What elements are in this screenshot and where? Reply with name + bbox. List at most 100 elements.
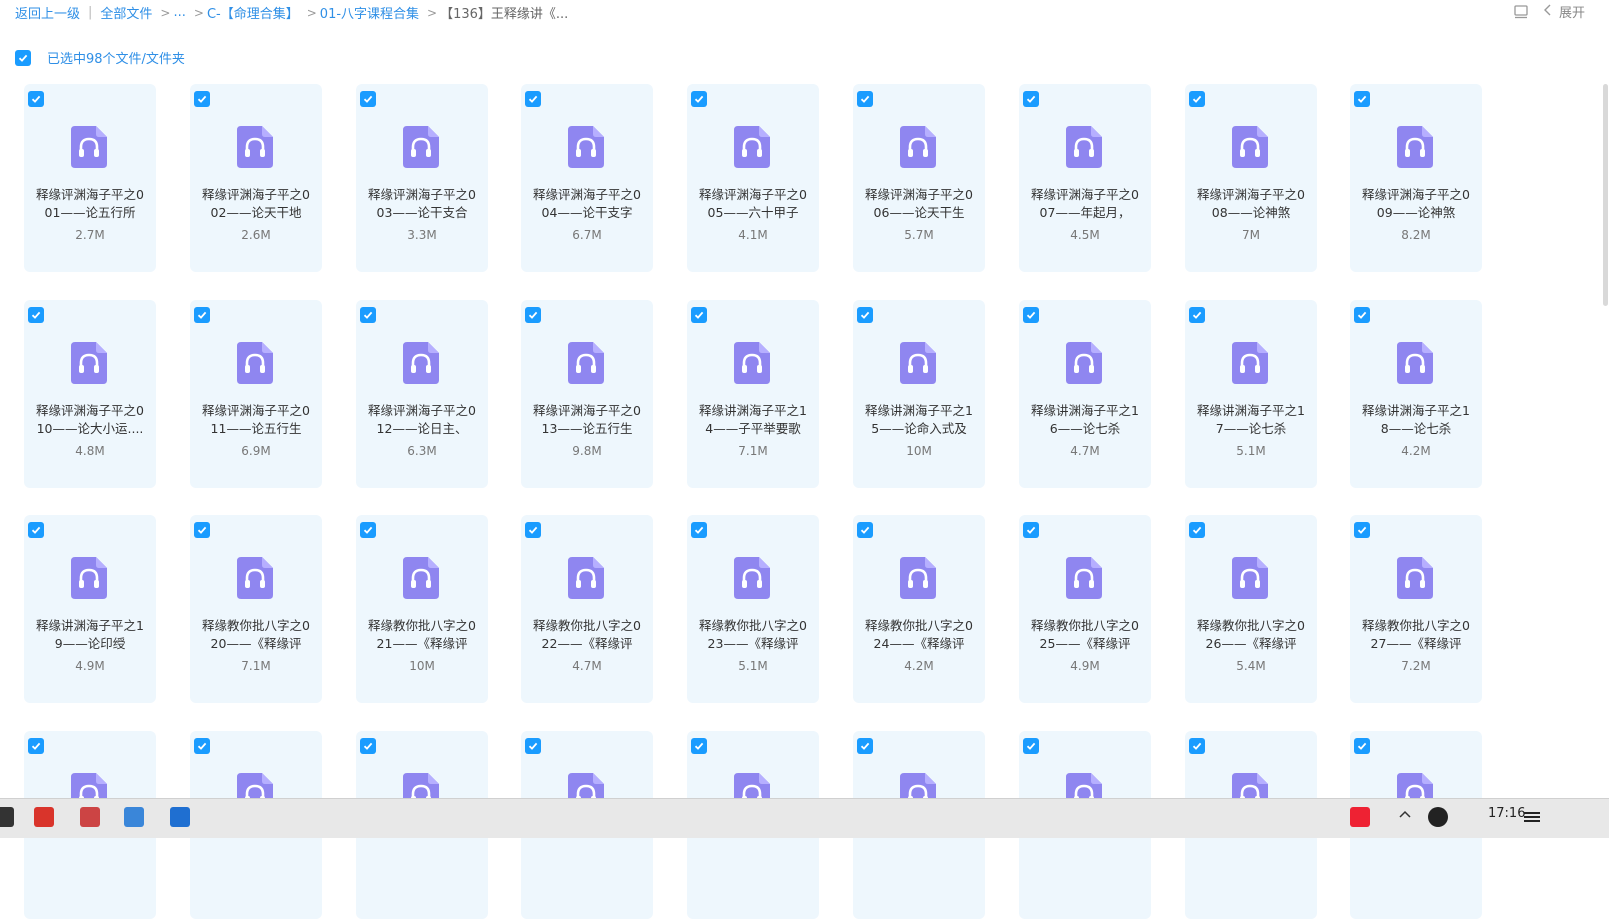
breadcrumb-separator-icon: > [193, 5, 204, 20]
file-name: 释缘教你批八字之0 21——《释缘评 [368, 618, 476, 651]
view-controls: 展开 [1513, 2, 1585, 21]
file-checkbox[interactable] [28, 91, 44, 107]
scrollbar-thumb[interactable] [1603, 84, 1608, 306]
file-checkbox[interactable] [525, 91, 541, 107]
file-checkbox[interactable] [194, 91, 210, 107]
expand-button[interactable]: 展开 [1543, 2, 1585, 21]
file-card[interactable]: 释缘教你批八字之0 21——《释缘评 10M [356, 515, 488, 703]
file-checkbox[interactable] [691, 738, 707, 754]
file-checkbox[interactable] [194, 522, 210, 538]
file-checkbox[interactable] [1354, 522, 1370, 538]
file-card[interactable]: 释缘教你批八字之0 24——《释缘评 4.2M [853, 515, 985, 703]
file-card[interactable]: 释缘教你批八字之0 26——《释缘评 5.4M [1185, 515, 1317, 703]
file-checkbox[interactable] [1189, 91, 1205, 107]
file-card[interactable]: 释缘讲渊海子平之1 5——论命入式及 10M [853, 300, 985, 488]
notification-icon[interactable] [1522, 807, 1542, 827]
file-name: 释缘教你批八字之0 20——《释缘评 [202, 618, 310, 651]
file-card[interactable]: 释缘评渊海子平之0 03——论干支合 3.3M [356, 84, 488, 272]
file-checkbox[interactable] [1189, 738, 1205, 754]
file-name: 释缘评渊海子平之0 07——年起月， [1031, 187, 1139, 220]
file-checkbox[interactable] [360, 738, 376, 754]
file-checkbox[interactable] [525, 738, 541, 754]
file-checkbox[interactable] [1354, 307, 1370, 323]
file-checkbox[interactable] [857, 738, 873, 754]
file-card[interactable]: 释缘评渊海子平之0 07——年起月， 4.5M [1019, 84, 1151, 272]
file-card[interactable]: 释缘讲渊海子平之1 6——论七杀 4.7M [1019, 300, 1151, 488]
qq-icon[interactable] [1428, 807, 1448, 827]
file-checkbox[interactable] [1023, 738, 1039, 754]
file-checkbox[interactable] [360, 91, 376, 107]
file-checkbox[interactable] [1189, 522, 1205, 538]
file-card[interactable]: 释缘教你批八字之0 25——《释缘评 4.9M [1019, 515, 1151, 703]
file-card[interactable]: 释缘评渊海子平之0 10——论大小运.... 4.8M [24, 300, 156, 488]
file-size: 7.1M [241, 659, 271, 673]
file-card[interactable]: 释缘评渊海子平之0 05——六十甲子 4.1M [687, 84, 819, 272]
tray-expand-icon[interactable] [1398, 807, 1412, 827]
file-checkbox[interactable] [360, 307, 376, 323]
file-card[interactable]: 释缘评渊海子平之0 09——论神煞 8.2M [1350, 84, 1482, 272]
file-size: 4.7M [572, 659, 602, 673]
taskbar-clock: 17:16 [1488, 806, 1526, 821]
file-size: 2.7M [75, 228, 105, 242]
file-card[interactable]: 释缘评渊海子平之0 02——论天干地 2.6M [190, 84, 322, 272]
file-checkbox[interactable] [1023, 91, 1039, 107]
file-checkbox[interactable] [194, 738, 210, 754]
file-checkbox[interactable] [691, 307, 707, 323]
file-checkbox[interactable] [691, 91, 707, 107]
file-card[interactable]: 释缘评渊海子平之0 06——论天干生 5.7M [853, 84, 985, 272]
file-card[interactable]: 释缘评渊海子平之0 04——论干支字 6.7M [521, 84, 653, 272]
breadcrumb-divider: | [88, 5, 93, 20]
file-checkbox[interactable] [1354, 91, 1370, 107]
file-card[interactable]: 释缘讲渊海子平之1 4——子平举要歌 7.1M [687, 300, 819, 488]
file-card[interactable]: 释缘讲渊海子平之1 9——论印绶 4.9M [24, 515, 156, 703]
file-name: 释缘讲渊海子平之1 8——论七杀 [1362, 403, 1470, 436]
file-card[interactable]: 释缘评渊海子平之0 12——论日主、 6.3M [356, 300, 488, 488]
file-card[interactable]: 释缘评渊海子平之0 13——论五行生 9.8M [521, 300, 653, 488]
back-link[interactable]: 返回上一级 [15, 3, 80, 22]
file-size: 5.7M [904, 228, 934, 242]
app-icon-wps[interactable] [34, 807, 54, 827]
file-checkbox[interactable] [28, 738, 44, 754]
file-checkbox[interactable] [857, 307, 873, 323]
app-icon-baidu[interactable] [170, 807, 190, 827]
breadcrumb-ellipsis[interactable]: ... [173, 5, 185, 20]
scrollbar[interactable] [1603, 84, 1609, 794]
file-checkbox[interactable] [691, 522, 707, 538]
file-name: 释缘评渊海子平之0 03——论干支合 [368, 187, 476, 220]
file-checkbox[interactable] [194, 307, 210, 323]
file-card[interactable]: 释缘讲渊海子平之1 8——论七杀 4.2M [1350, 300, 1482, 488]
file-card[interactable]: 释缘教你批八字之0 22——《释缘评 4.7M [521, 515, 653, 703]
file-checkbox[interactable] [1023, 522, 1039, 538]
file-card[interactable]: 释缘评渊海子平之0 11——论五行生 6.9M [190, 300, 322, 488]
breadcrumb-folder-1[interactable]: C-【命理合集】 [207, 3, 299, 22]
view-toggle-icon[interactable] [1513, 4, 1529, 20]
breadcrumb-bar: 返回上一级 | 全部文件 > ... > C-【命理合集】 > 01-八字课程合… [0, 0, 1609, 26]
select-all-checkbox[interactable] [15, 49, 31, 66]
breadcrumb: 返回上一级 | 全部文件 > ... > C-【命理合集】 > 01-八字课程合… [15, 3, 568, 22]
file-checkbox[interactable] [525, 522, 541, 538]
tray-app-icon[interactable] [1350, 807, 1370, 827]
file-checkbox[interactable] [1354, 738, 1370, 754]
file-checkbox[interactable] [1189, 307, 1205, 323]
file-checkbox[interactable] [28, 307, 44, 323]
app-icon-browser[interactable] [124, 807, 144, 827]
breadcrumb-all-files[interactable]: 全部文件 [100, 3, 152, 22]
file-checkbox[interactable] [28, 522, 44, 538]
file-card[interactable]: 释缘教你批八字之0 27——《释缘评 7.2M [1350, 515, 1482, 703]
audio-file-icon [734, 557, 770, 599]
file-checkbox[interactable] [857, 91, 873, 107]
file-card[interactable]: 释缘教你批八字之0 23——《释缘评 5.1M [687, 515, 819, 703]
file-card[interactable]: 释缘评渊海子平之0 01——论五行所 2.7M [24, 84, 156, 272]
file-size: 10M [409, 659, 435, 673]
breadcrumb-folder-2[interactable]: 01-八字课程合集 [320, 3, 419, 22]
file-card[interactable]: 释缘教你批八字之0 20——《释缘评 7.1M [190, 515, 322, 703]
file-checkbox[interactable] [857, 522, 873, 538]
file-card[interactable]: 释缘评渊海子平之0 08——论神煞 7M [1185, 84, 1317, 272]
file-checkbox[interactable] [360, 522, 376, 538]
audio-file-icon [900, 342, 936, 384]
start-icon[interactable] [0, 807, 14, 827]
file-checkbox[interactable] [1023, 307, 1039, 323]
file-checkbox[interactable] [525, 307, 541, 323]
file-card[interactable]: 释缘讲渊海子平之1 7——论七杀 5.1M [1185, 300, 1317, 488]
app-icon-doc[interactable] [80, 807, 100, 827]
